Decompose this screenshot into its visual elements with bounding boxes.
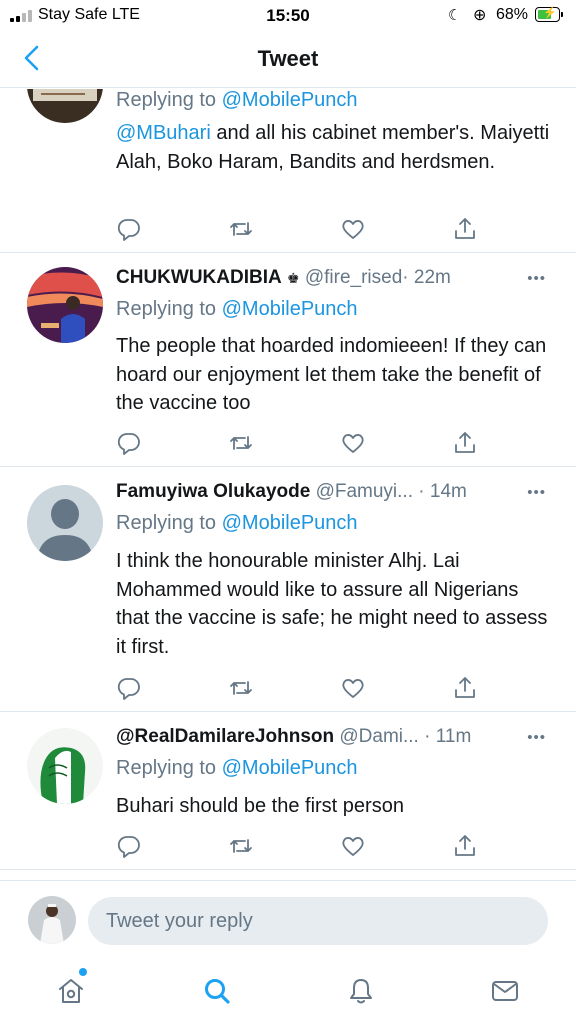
- replying-to: Replying to @MobilePunch: [116, 757, 358, 779]
- home-icon[interactable]: [56, 976, 86, 1006]
- reply-icon[interactable]: [116, 430, 142, 456]
- tweet-actions: [116, 833, 486, 859]
- reply-to-mention[interactable]: @MobilePunch: [222, 298, 358, 320]
- more-options-icon[interactable]: •••: [527, 729, 546, 746]
- battery-percentage: 68%: [496, 6, 529, 23]
- reply-icon[interactable]: [116, 216, 142, 242]
- my-avatar[interactable]: [28, 896, 76, 944]
- messages-icon[interactable]: [490, 976, 520, 1006]
- battery-icon: ⚡: [535, 7, 563, 22]
- charging-bolt-icon: ⚡: [543, 7, 557, 19]
- retweet-icon[interactable]: [228, 430, 254, 456]
- replying-to: Replying to @MobilePunch: [116, 89, 358, 111]
- page-title: Tweet: [257, 46, 319, 71]
- tweet-item[interactable]: @RealDamilareJohnson @Dami... · 11m ••• …: [0, 712, 576, 870]
- retweet-icon[interactable]: [228, 675, 254, 701]
- bottom-tab-bar: [0, 956, 576, 1024]
- verified-badge-icon: ♚: [286, 270, 300, 286]
- replying-to: Replying to @MobilePunch: [116, 512, 358, 534]
- tweet-actions: [116, 430, 486, 456]
- more-options-icon[interactable]: •••: [527, 484, 546, 501]
- tweet-text: The people that hoarded indomieeen! If t…: [116, 335, 547, 414]
- reply-composer: [0, 880, 576, 956]
- tweet-header: @RealDamilareJohnson @Dami... · 11m: [116, 726, 556, 748]
- tweet-item[interactable]: Famuyiwa Olukayode @Famuyi... · 14m ••• …: [0, 467, 576, 712]
- author-handle[interactable]: @fire_rised: [305, 267, 402, 288]
- more-options-icon[interactable]: •••: [527, 270, 546, 287]
- tweet-actions: [116, 216, 486, 242]
- reply-to-mention[interactable]: @MobilePunch: [222, 89, 358, 111]
- reply-feed[interactable]: Replying to @MobilePunch @MBuhari and al…: [0, 89, 576, 879]
- avatar[interactable]: [27, 485, 103, 561]
- notifications-icon[interactable]: [346, 976, 376, 1006]
- text-mention[interactable]: @MBuhari: [116, 122, 211, 144]
- tweet-header: CHUKWUKADIBIA ♚ @fire_rised· 22m: [116, 267, 556, 289]
- do-not-disturb-icon: ☾: [448, 7, 462, 24]
- like-icon[interactable]: [340, 675, 366, 701]
- tweet-actions: [116, 675, 486, 701]
- like-icon[interactable]: [340, 430, 366, 456]
- like-icon[interactable]: [340, 216, 366, 242]
- status-bar: Stay Safe LTE 15:50 ☾ ⊕ 68% ⚡: [0, 0, 576, 32]
- share-icon[interactable]: [452, 675, 478, 701]
- tweet-time: · 14m: [418, 481, 467, 502]
- share-icon[interactable]: [452, 430, 478, 456]
- share-icon[interactable]: [452, 833, 478, 859]
- avatar-image: [27, 728, 103, 804]
- avatar-image: [27, 89, 103, 123]
- retweet-icon[interactable]: [228, 833, 254, 859]
- share-icon[interactable]: [452, 216, 478, 242]
- tweet-item[interactable]: CHUKWUKADIBIA ♚ @fire_rised· 22m ••• Rep…: [0, 253, 576, 467]
- home-new-content-dot: [79, 968, 87, 976]
- tweet-text: I think the honourable minister Alhj. La…: [116, 550, 548, 658]
- avatar-image: [28, 896, 76, 944]
- reply-icon[interactable]: [116, 833, 142, 859]
- reply-input[interactable]: [88, 897, 548, 945]
- tweet-item[interactable]: Replying to @MobilePunch @MBuhari and al…: [0, 89, 576, 253]
- avatar[interactable]: [27, 728, 103, 804]
- avatar[interactable]: [27, 89, 103, 123]
- nav-header: Tweet: [0, 32, 576, 88]
- avatar[interactable]: [27, 267, 103, 343]
- like-icon[interactable]: [340, 833, 366, 859]
- reply-icon[interactable]: [116, 675, 142, 701]
- orientation-lock-icon: ⊕: [473, 7, 487, 24]
- tweet-header: Famuyiwa Olukayode @Famuyi... · 14m: [116, 481, 556, 503]
- default-avatar-icon: [27, 485, 103, 561]
- tweet-time: · 22m: [402, 267, 451, 288]
- tweet-text: @MBuhari and all his cabinet member's. M…: [116, 122, 550, 173]
- author-name[interactable]: Famuyiwa Olukayode: [116, 481, 310, 502]
- author-name[interactable]: @RealDamilareJohnson: [116, 726, 334, 747]
- search-icon[interactable]: [202, 976, 232, 1006]
- retweet-icon[interactable]: [228, 216, 254, 242]
- author-handle[interactable]: @Famuyi...: [316, 481, 413, 502]
- author-name[interactable]: CHUKWUKADIBIA: [116, 267, 282, 288]
- replying-to: Replying to @MobilePunch: [116, 298, 358, 320]
- tweet-text: Buhari should be the first person: [116, 795, 404, 817]
- author-handle[interactable]: @Dami...: [339, 726, 418, 747]
- reply-to-mention[interactable]: @MobilePunch: [222, 757, 358, 779]
- status-time: 15:50: [266, 6, 310, 25]
- reply-to-mention[interactable]: @MobilePunch: [222, 512, 358, 534]
- avatar-image: [27, 267, 103, 343]
- tweet-time: · 11m: [424, 726, 472, 747]
